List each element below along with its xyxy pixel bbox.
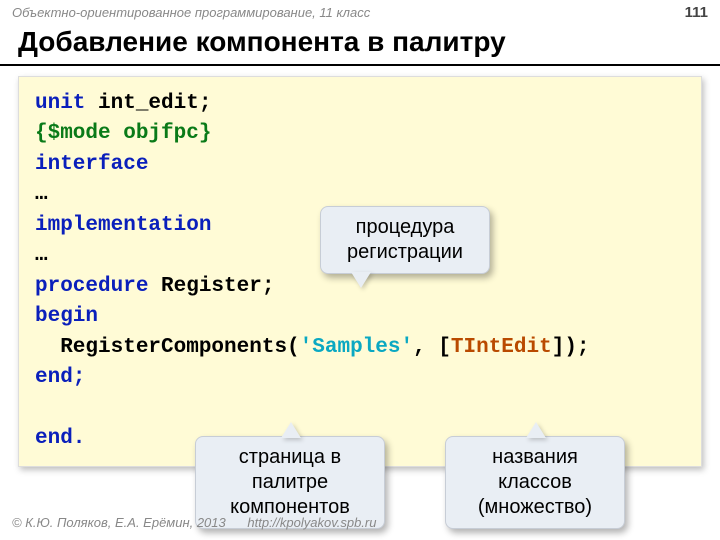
kw-enddot: end.: [35, 427, 85, 450]
callout-text: страница в палитре компонентов: [230, 446, 350, 518]
course-label: Объектно-ориентированное программировани…: [12, 5, 370, 20]
kw-begin: begin: [35, 305, 98, 328]
proc-name: Register;: [148, 275, 274, 298]
code-text: , [: [413, 336, 451, 359]
copyright: © К.Ю. Поляков, Е.А. Ерёмин, 2013: [12, 515, 226, 530]
kw-end: end;: [35, 366, 85, 389]
kw-implementation: implementation: [35, 214, 211, 237]
header-bar: Объектно-ориентированное программировани…: [0, 0, 720, 24]
footer-url: http://kpolyakov.spb.ru: [247, 515, 376, 530]
code-text: ]);: [552, 336, 590, 359]
string-literal: 'Samples': [300, 336, 413, 359]
content: unit int_edit; {$mode objfpc} interface …: [0, 66, 720, 477]
title-area: Добавление компонента в палитру: [0, 24, 720, 66]
kw-interface: interface: [35, 153, 148, 176]
ellipsis: …: [35, 183, 48, 206]
callout-tail-icon: [281, 422, 301, 438]
page-title: Добавление компонента в палитру: [18, 26, 702, 58]
directive: {$mode objfpc}: [35, 122, 211, 145]
code-text: int_edit;: [85, 92, 211, 115]
kw-procedure: procedure: [35, 275, 148, 298]
callout-procedure: процедура регистрации: [320, 206, 490, 274]
call-prefix: RegisterComponents(: [35, 336, 300, 359]
callout-text: процедура регистрации: [347, 216, 463, 263]
class-name: TIntEdit: [451, 336, 552, 359]
kw-unit: unit: [35, 92, 85, 115]
footer: © К.Ю. Поляков, Е.А. Ерёмин, 2013 http:/…: [0, 511, 720, 534]
callout-text: названия классов (множество): [478, 446, 592, 518]
ellipsis: …: [35, 244, 48, 267]
page-number: 111: [685, 4, 708, 21]
callout-tail-icon: [526, 422, 546, 438]
callout-tail-icon: [351, 272, 371, 288]
